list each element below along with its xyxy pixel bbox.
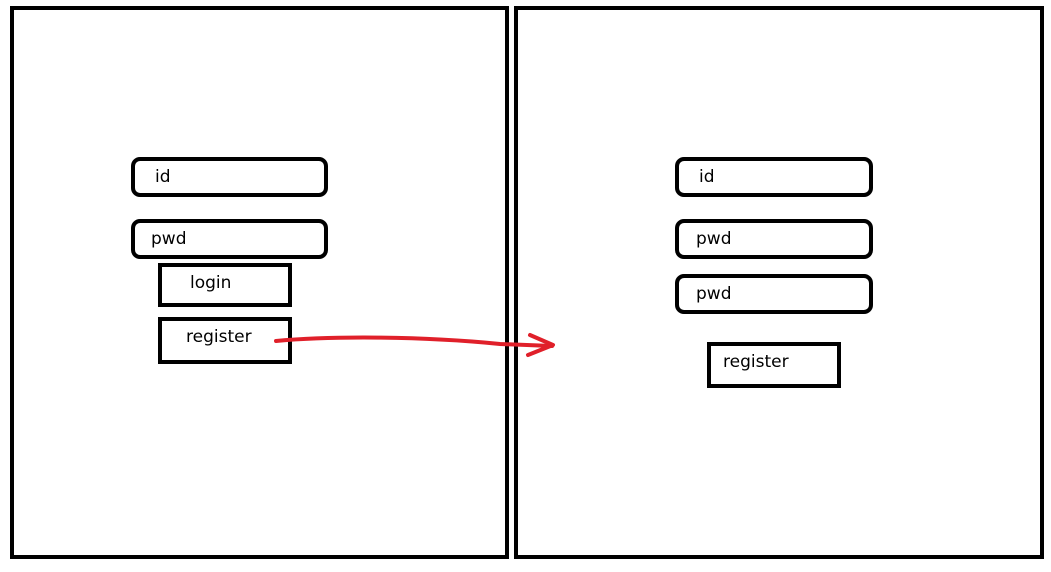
register-submit-button-label: register <box>723 352 789 372</box>
login-screen-panel: id pwd login register <box>10 6 509 559</box>
password-input[interactable]: pwd <box>131 219 328 259</box>
id-input-label: id <box>155 167 171 187</box>
register-button[interactable]: register <box>158 317 292 364</box>
register-screen-panel: id pwd pwd register <box>514 6 1044 559</box>
register-password-confirm-input-label: pwd <box>696 284 732 304</box>
register-submit-button[interactable]: register <box>707 342 841 388</box>
login-button-label: login <box>190 273 232 293</box>
password-input-label: pwd <box>151 229 187 249</box>
register-id-input-label: id <box>699 167 715 187</box>
register-button-label: register <box>186 327 252 347</box>
register-password-input[interactable]: pwd <box>675 219 873 259</box>
register-id-input[interactable]: id <box>675 157 873 197</box>
register-password-confirm-input[interactable]: pwd <box>675 274 873 314</box>
id-input[interactable]: id <box>131 157 328 197</box>
login-button[interactable]: login <box>158 263 292 307</box>
register-password-input-label: pwd <box>696 229 732 249</box>
